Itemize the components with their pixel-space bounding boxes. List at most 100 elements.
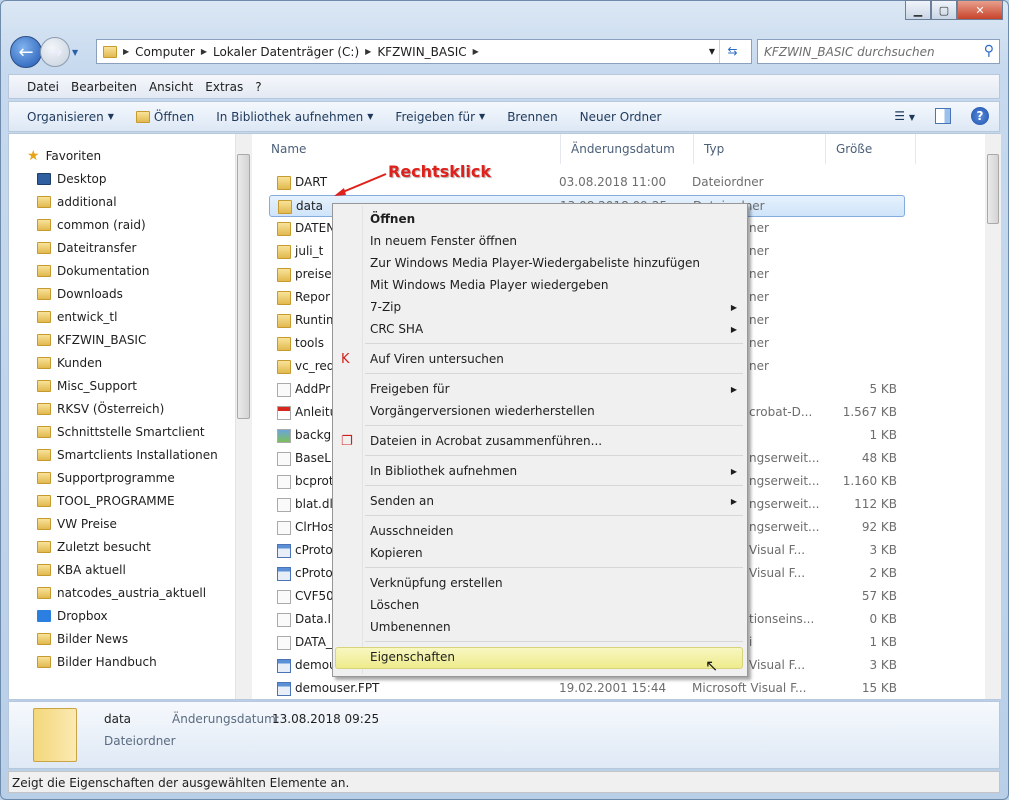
file-icon	[277, 636, 291, 650]
sidebar-item[interactable]: RKSV (Österreich)	[37, 398, 164, 420]
sidebar-favorites[interactable]: ★ Favoriten	[27, 145, 101, 167]
menu-bearbeiten[interactable]: Bearbeiten	[71, 80, 137, 94]
sidebar-item[interactable]: VW Preise	[37, 513, 117, 535]
sidebar-item[interactable]: KFZWIN_BASIC	[37, 329, 146, 351]
sidebar-item[interactable]: TOOL_PROGRAMME	[37, 490, 175, 512]
sidebar-item[interactable]: Downloads	[37, 283, 123, 305]
context-menu-item[interactable]: Öffnen	[370, 212, 415, 226]
chevron-right-icon[interactable]: ▶	[365, 47, 371, 56]
sidebar-item-label: KFZWIN_BASIC	[57, 333, 147, 347]
column-header-size[interactable]: Größe	[826, 134, 916, 164]
library-button[interactable]: In Bibliothek aufnehmen ▼	[216, 110, 373, 124]
view-options-icon[interactable]: ☰ ▼	[894, 109, 915, 123]
column-header-name[interactable]: Name	[261, 134, 561, 164]
sidebar-item[interactable]: Dateitransfer	[37, 237, 136, 259]
context-menu-item[interactable]: Zur Windows Media Player-Wiedergabeliste…	[370, 256, 700, 270]
sidebar-scroll-thumb[interactable]	[237, 154, 250, 419]
sidebar-item[interactable]: entwick_tl	[37, 306, 117, 328]
menu-separator	[365, 343, 743, 344]
column-header-type[interactable]: Typ	[694, 134, 826, 164]
context-menu-item[interactable]: Eigenschaften	[370, 650, 455, 664]
context-menu-item[interactable]: Auf Viren untersuchen	[370, 352, 504, 366]
table-icon	[277, 567, 291, 581]
address-bar[interactable]: ▶ Computer ▶ Lokaler Datenträger (C:) ▶ …	[96, 39, 752, 64]
folder-icon	[37, 357, 51, 369]
organize-button[interactable]: Organisieren ▼	[27, 110, 114, 124]
new-folder-button[interactable]: Neuer Ordner	[580, 110, 662, 124]
sidebar-item-label: Schnittstelle Smartclient	[57, 425, 205, 439]
context-menu-item[interactable]: Umbenennen	[370, 620, 451, 634]
folder-icon	[277, 176, 291, 190]
open-button[interactable]: Öffnen	[135, 110, 194, 124]
sidebar-item[interactable]: Misc_Support	[37, 375, 137, 397]
maximize-button[interactable]: ▢	[931, 0, 957, 20]
menu-ansicht[interactable]: Ansicht	[149, 80, 193, 94]
sidebar-item[interactable]: natcodes_austria_aktuell	[37, 582, 206, 604]
menu-separator	[365, 455, 743, 456]
search-icon[interactable]: ⚲	[984, 43, 994, 59]
breadcrumb-computer[interactable]: Computer	[135, 45, 195, 59]
column-header-date[interactable]: Änderungsdatum	[561, 134, 694, 164]
sidebar-item[interactable]: Zuletzt besucht	[37, 536, 151, 558]
minimize-button[interactable]: ▁	[905, 0, 931, 20]
breadcrumb-drive[interactable]: Lokaler Datenträger (C:)	[213, 45, 359, 59]
menu-datei[interactable]: Datei	[27, 80, 59, 94]
sidebar-item[interactable]: Dropbox	[37, 605, 108, 627]
sidebar-item[interactable]: additional	[37, 191, 117, 213]
sidebar-item[interactable]: Bilder Handbuch	[37, 651, 157, 673]
menu-help[interactable]: ?	[255, 80, 261, 94]
context-menu-item[interactable]: Freigeben für	[370, 382, 450, 396]
file-row[interactable]: demouser.FPT 19.02.2001 15:44 Microsoft Vi…	[269, 678, 905, 699]
context-menu-item[interactable]: Ausschneiden	[370, 524, 453, 538]
folder-icon	[37, 403, 51, 415]
file-list-scroll-thumb[interactable]	[987, 154, 999, 224]
sidebar-item[interactable]: Supportprogramme	[37, 467, 175, 489]
annotation-label: Rechtsklick	[388, 162, 491, 181]
recent-pages-dropdown[interactable]: ▼	[72, 48, 78, 57]
context-menu-item[interactable]: Verknüpfung erstellen	[370, 576, 503, 590]
sidebar-item[interactable]: Bilder News	[37, 628, 128, 650]
chevron-right-icon[interactable]: ▶	[201, 47, 207, 56]
menu-extras[interactable]: Extras	[205, 80, 243, 94]
folder-icon	[37, 472, 51, 484]
context-menu-item[interactable]: Mit Windows Media Player wiedergeben	[370, 278, 608, 292]
chevron-right-icon[interactable]: ▶	[473, 47, 479, 56]
sidebar-item[interactable]: Dokumentation	[37, 260, 150, 282]
folder-icon	[37, 633, 51, 645]
context-menu-item[interactable]: In neuem Fenster öffnen	[370, 234, 517, 248]
column-date-label: Änderungsdatum	[571, 142, 675, 156]
sidebar-item[interactable]: KBA aktuell	[37, 559, 126, 581]
file-date: 19.02.2001 15:44	[559, 681, 667, 695]
sidebar-item[interactable]: Desktop	[37, 168, 107, 190]
help-icon[interactable]: ?	[971, 107, 989, 125]
refresh-button[interactable]: ⇆	[719, 40, 745, 63]
file-type: tionseins...	[749, 612, 815, 626]
sidebar-item[interactable]: common (raid)	[37, 214, 146, 236]
forward-button[interactable]: →	[40, 37, 70, 67]
file-size: 1 KB	[869, 428, 897, 442]
context-menu-item[interactable]: Löschen	[370, 598, 419, 612]
search-input[interactable]: KFZWIN_BASIC durchsuchen ⚲	[757, 39, 1000, 64]
context-menu-item[interactable]: Senden an	[370, 494, 434, 508]
share-button[interactable]: Freigeben für ▼	[395, 110, 485, 124]
context-menu-item[interactable]: 7-Zip	[370, 300, 401, 314]
submenu-arrow-icon: ▶	[730, 497, 737, 506]
back-button[interactable]: ←	[10, 36, 42, 68]
sidebar-item[interactable]: Kunden	[37, 352, 102, 374]
breadcrumb-folder[interactable]: KFZWIN_BASIC	[377, 45, 466, 59]
chevron-right-icon[interactable]: ▶	[123, 47, 129, 56]
context-menu-item[interactable]: In Bibliothek aufnehmen	[370, 464, 517, 478]
context-menu-item[interactable]: Vorgängerversionen wiederherstellen	[370, 404, 595, 418]
pane-splitter[interactable]	[252, 134, 261, 699]
close-button[interactable]: ✕	[957, 0, 1003, 20]
file-name: bcprot	[295, 474, 334, 488]
context-menu-item[interactable]: Kopieren	[370, 546, 423, 560]
context-menu-item[interactable]: CRC SHA	[370, 322, 423, 336]
sidebar-item[interactable]: Smartclients Installationen	[37, 444, 218, 466]
folder-icon	[37, 449, 51, 461]
burn-button[interactable]: Brennen	[507, 110, 557, 124]
sidebar-item[interactable]: Schnittstelle Smartclient	[37, 421, 205, 443]
context-menu-item[interactable]: Dateien in Acrobat zusammenführen...	[370, 434, 602, 448]
address-dropdown[interactable]: ▼	[709, 47, 715, 56]
preview-pane-icon[interactable]	[935, 108, 951, 124]
